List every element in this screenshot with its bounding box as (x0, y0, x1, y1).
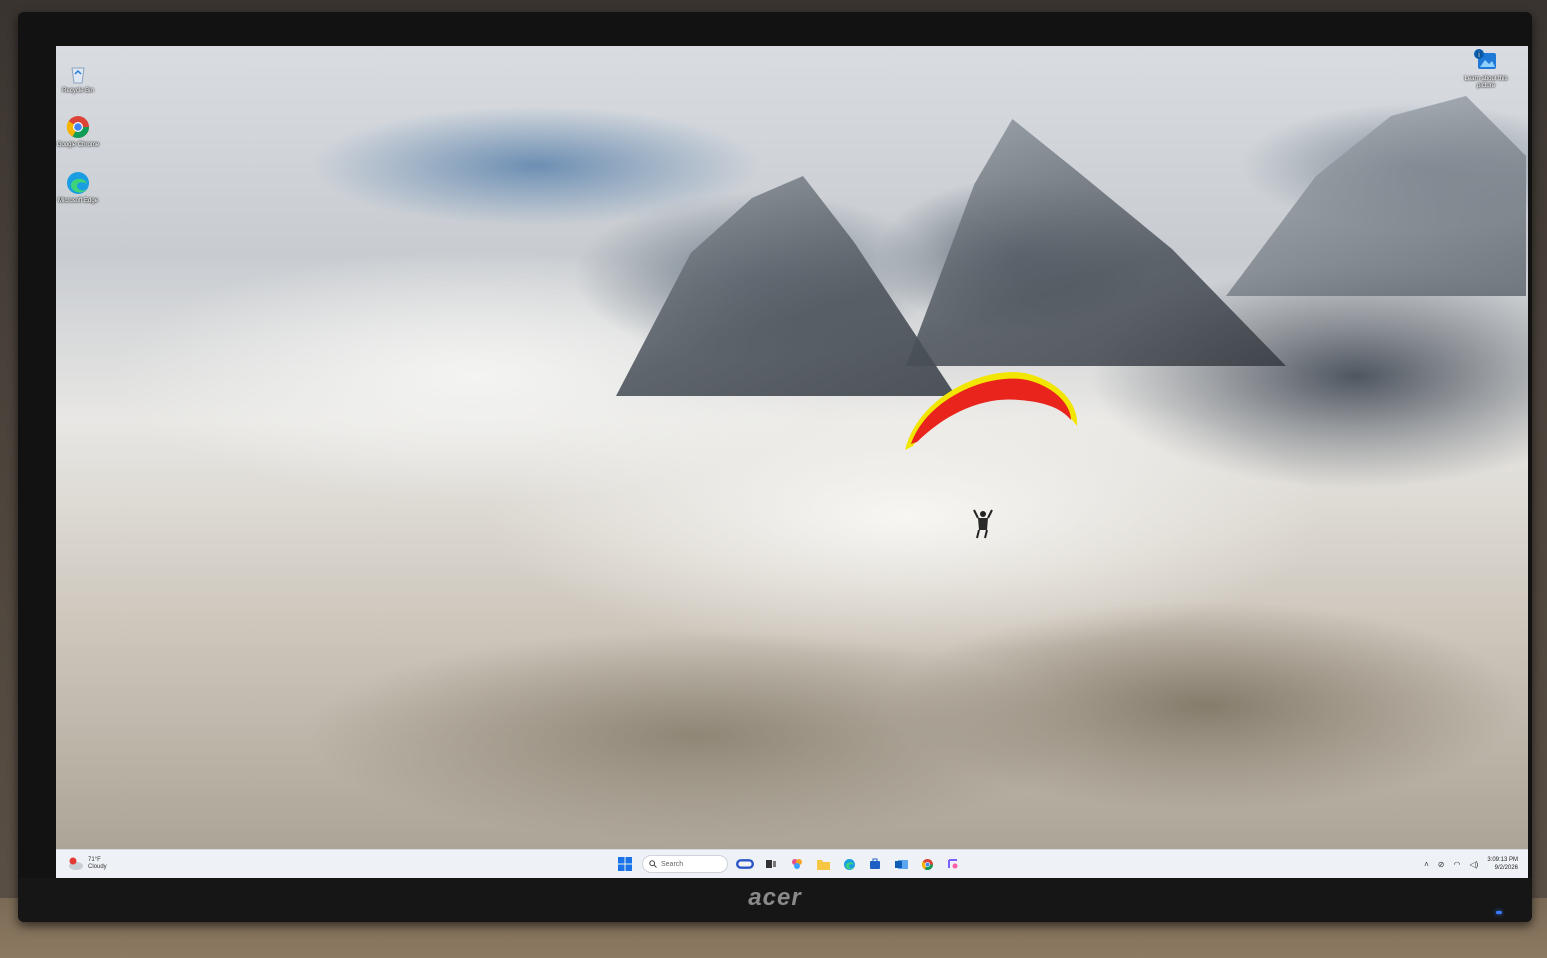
edge-button[interactable] (840, 855, 858, 873)
file-explorer-button[interactable] (814, 855, 832, 873)
desktop-icon-label: Google Chrome (56, 142, 100, 148)
desktop-icon-chrome[interactable]: Google Chrome (56, 114, 100, 149)
copilot-icon (736, 859, 754, 869)
monitor-brand-logo: acer (748, 884, 802, 911)
desktop-screen: Recycle Bin Google Chrome Microsoft Edge… (56, 46, 1528, 878)
wifi-icon[interactable]: ◠ (1454, 860, 1461, 869)
search-placeholder: Search (661, 860, 684, 868)
clock-time: 3:09:13 PM (1487, 857, 1518, 863)
copilot-button[interactable] (736, 855, 754, 873)
snipping-tool-button[interactable] (944, 855, 962, 873)
chrome-button[interactable] (918, 855, 936, 873)
chrome-icon (921, 858, 933, 870)
task-view-icon (766, 860, 776, 868)
edge-icon (67, 172, 89, 194)
clock-date: 9/2/2026 (1494, 865, 1518, 871)
chrome-icon (66, 116, 89, 138)
outlook-button[interactable] (892, 855, 910, 873)
desktop-icon-label: Microsoft Edge (57, 198, 99, 204)
desktop-icon-label: Recycle Bin (62, 88, 94, 94)
windows-logo-icon (618, 857, 632, 871)
recycle-bin-icon (71, 67, 85, 84)
paraglider-wing (905, 372, 1078, 450)
taskbar: 71°F Cloudy Search ˄ ⊘ ◠ ◁) 3:09:13 PM 9… (56, 849, 1528, 878)
search-icon (649, 860, 657, 868)
clock[interactable]: 3:09:13 PM 9/2/2026 (1487, 856, 1518, 872)
store-icon (870, 858, 880, 869)
colorful-app-icon (792, 859, 802, 869)
desktop-icon-learn-about-picture[interactable]: i Learn about this picture (1464, 48, 1508, 90)
weather-widget[interactable]: 71°F Cloudy (68, 854, 107, 874)
task-view-button[interactable] (762, 855, 780, 873)
outlook-icon (894, 860, 908, 869)
snipping-tool-icon (948, 859, 958, 869)
wallpaper-mountain (616, 176, 956, 396)
weather-condition: Cloudy (88, 864, 107, 870)
network-off-icon[interactable]: ⊘ (1438, 860, 1445, 869)
taskbar-center: Search (616, 854, 962, 874)
paraglider-pilot (973, 509, 993, 539)
monitor: Recycle Bin Google Chrome Microsoft Edge… (18, 12, 1532, 922)
wallpaper-mountain (1226, 96, 1526, 296)
chevron-up-icon[interactable]: ˄ (1424, 860, 1429, 869)
widgets-button[interactable] (788, 855, 806, 873)
store-button[interactable] (866, 855, 884, 873)
start-button[interactable] (616, 855, 634, 873)
cloud-icon (69, 857, 83, 870)
learn-about-picture-icon: i (1474, 49, 1496, 69)
volume-icon[interactable]: ◁) (1469, 860, 1478, 869)
folder-icon (816, 859, 830, 870)
search-box[interactable]: Search (642, 855, 728, 873)
wallpaper-mountain (906, 119, 1286, 366)
edge-icon (843, 858, 855, 870)
system-tray: ˄ ⊘ ◠ ◁) 3:09:13 PM 9/2/2026 (1424, 854, 1518, 874)
desktop-icon-recycle-bin[interactable]: Recycle Bin (56, 60, 100, 95)
monitor-bezel: acer (18, 878, 1532, 922)
desktop-icon-label: Learn about this picture (1464, 76, 1508, 89)
desktop-icon-edge[interactable]: Microsoft Edge (56, 170, 100, 205)
weather-temperature: 71°F (88, 857, 101, 863)
power-led (1496, 911, 1502, 914)
